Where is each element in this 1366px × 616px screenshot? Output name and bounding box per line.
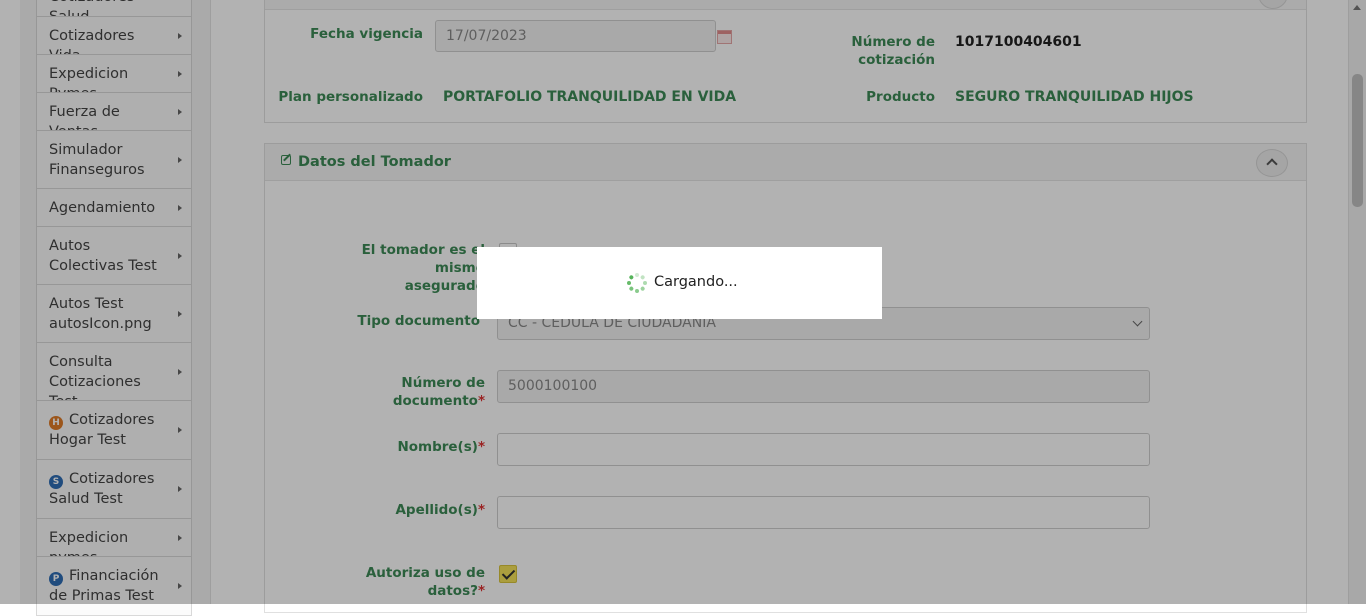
loading-dialog: Cargando... [477, 247, 882, 319]
spinner-dot [628, 285, 635, 292]
spinner-dot [639, 274, 646, 281]
loading-overlay: Cargando... [0, 0, 1366, 604]
spinner-dot [627, 281, 631, 285]
spinner-dot [635, 273, 639, 277]
spinner-dot [643, 281, 647, 285]
loading-text: Cargando... [654, 274, 738, 290]
spinner-dot [628, 274, 635, 281]
spinner-dot [635, 289, 639, 293]
spinner-icon [627, 273, 647, 293]
spinner-dot [639, 285, 646, 292]
